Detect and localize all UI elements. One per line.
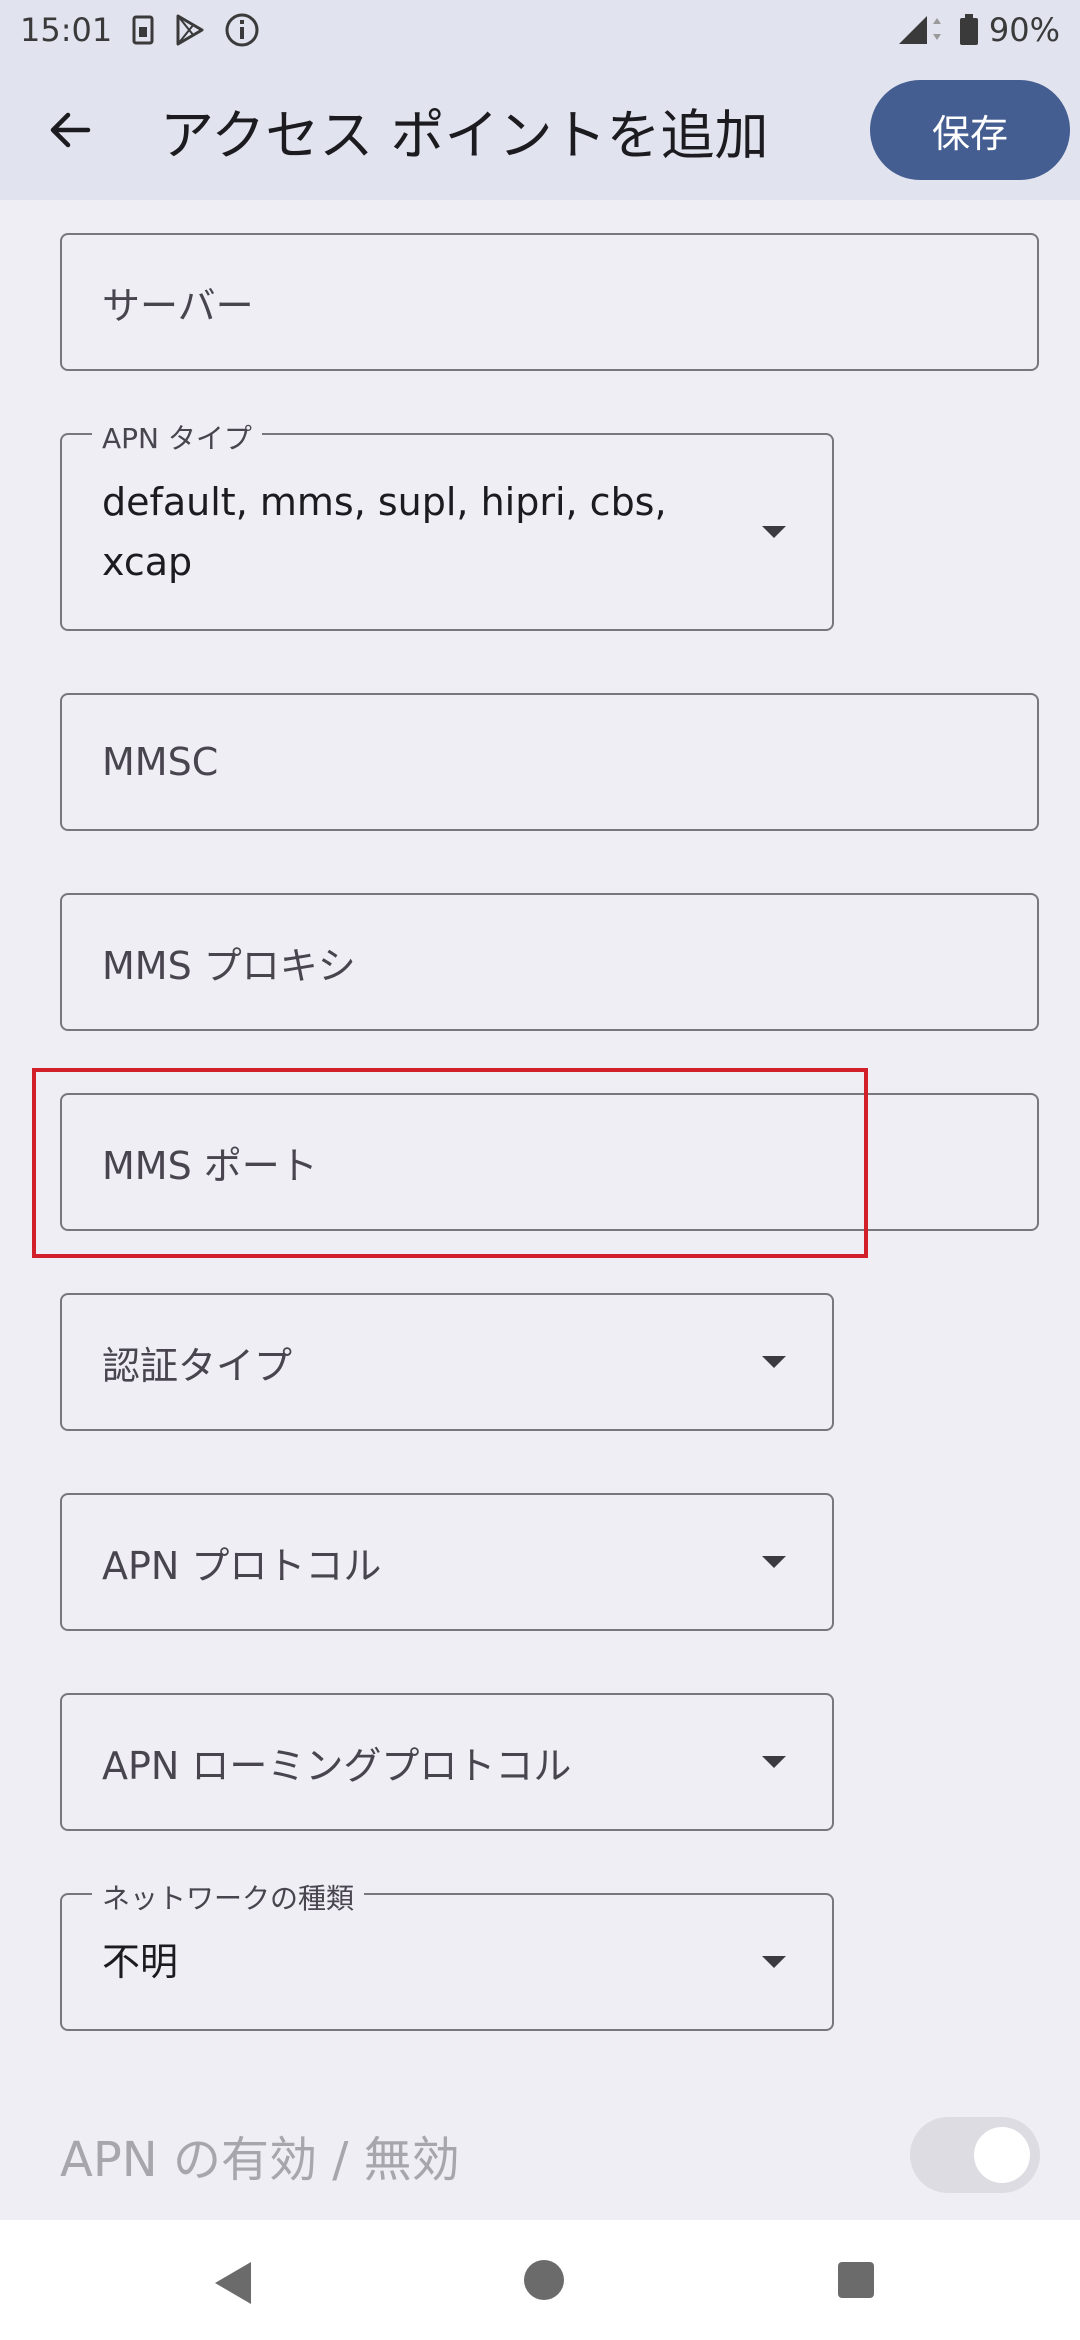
page-title: アクセス ポイントを追加: [160, 103, 769, 167]
apn-roaming-protocol-dropdown[interactable]: APN ローミングプロトコル: [60, 1693, 834, 1831]
network-type-value: 不明: [102, 1940, 179, 1984]
navigation-bar: [0, 2220, 1080, 2340]
mmsc-field[interactable]: MMSC: [60, 693, 1039, 831]
nav-home-icon[interactable]: [524, 2260, 564, 2300]
highlight-box: [32, 1068, 868, 1258]
status-time: 15:01: [20, 11, 113, 49]
server-field[interactable]: サーバー: [60, 233, 1039, 371]
status-bar: 15:01 90%: [0, 0, 1080, 60]
apn-type-dropdown[interactable]: APN タイプ default, mms, supl, hipri, cbs, …: [60, 417, 834, 631]
sim-card-icon: [132, 15, 154, 45]
chevron-down-icon: [762, 1956, 786, 1968]
apn-protocol-dropdown[interactable]: APN プロトコル: [60, 1493, 834, 1631]
apn-type-value: default, mms, supl, hipri, cbs, xcap: [102, 480, 667, 584]
app-bar: アクセス ポイントを追加 保存: [0, 60, 1080, 200]
signal-icon: [898, 16, 941, 44]
info-icon: [225, 13, 259, 47]
auth-type-dropdown[interactable]: 認証タイプ: [60, 1293, 834, 1431]
nav-recents-icon[interactable]: [838, 2262, 874, 2298]
play-store-icon: [176, 14, 204, 46]
apn-protocol-placeholder: APN プロトコル: [102, 1543, 382, 1588]
auth-type-placeholder: 認証タイプ: [102, 1343, 293, 1388]
chevron-down-icon: [762, 1356, 786, 1368]
battery-icon: [959, 14, 978, 45]
mms-proxy-field[interactable]: MMS プロキシ: [60, 893, 1039, 1031]
server-placeholder: サーバー: [102, 283, 254, 328]
chevron-down-icon: [762, 1556, 786, 1568]
network-type-dropdown[interactable]: ネットワークの種類 不明: [60, 1877, 834, 2031]
apn-enable-switch[interactable]: [910, 2117, 1040, 2193]
network-type-label: ネットワークの種類: [92, 1877, 365, 1917]
chevron-down-icon: [762, 1756, 786, 1768]
arrow-left-icon: [50, 112, 91, 148]
save-button[interactable]: 保存: [870, 80, 1070, 180]
apn-toggle-row[interactable]: APN の有効 / 無効: [60, 2105, 1040, 2205]
back-button[interactable]: [10, 70, 130, 190]
mmsc-placeholder: MMSC: [102, 740, 219, 784]
apn-toggle-label: APN の有効 / 無効: [60, 2132, 460, 2188]
chevron-down-icon: [762, 526, 786, 538]
apn-roaming-protocol-placeholder: APN ローミングプロトコル: [102, 1743, 572, 1788]
apn-type-label: APN タイプ: [92, 417, 262, 457]
nav-back-icon[interactable]: [215, 2262, 251, 2304]
mms-proxy-placeholder: MMS プロキシ: [102, 943, 356, 988]
switch-knob: [974, 2127, 1030, 2183]
battery-level: 90%: [988, 11, 1060, 49]
